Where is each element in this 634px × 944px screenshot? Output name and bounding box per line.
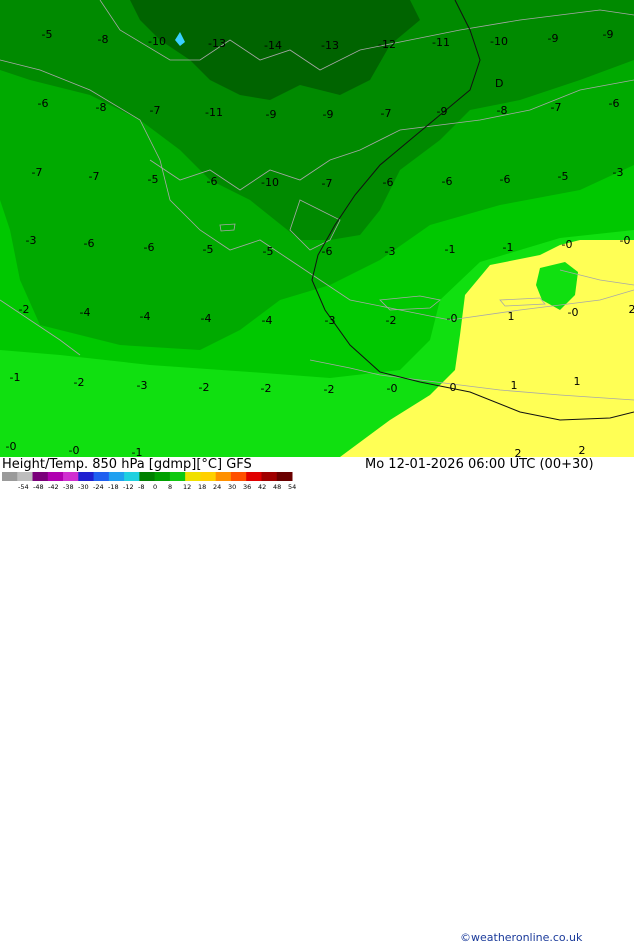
temperature-label: -7 xyxy=(551,101,562,114)
temperature-label: -2 xyxy=(19,303,30,316)
temperature-label: -2 xyxy=(261,382,272,395)
temperature-label: -6 xyxy=(322,245,333,258)
temperature-label: -9 xyxy=(437,105,448,118)
temperature-label: -14 xyxy=(264,39,282,52)
temperature-label: -0 xyxy=(387,382,398,395)
temperature-label: -13 xyxy=(321,39,339,52)
temperature-label: -2 xyxy=(324,383,335,396)
temperature-label: 2 xyxy=(515,447,522,457)
temperature-label: -4 xyxy=(80,306,91,319)
temperature-label: -2 xyxy=(74,376,85,389)
temperature-label: -7 xyxy=(322,177,333,190)
colorbar-segment xyxy=(216,472,232,481)
temperature-label: -5 xyxy=(42,28,53,41)
temperature-label: -0 xyxy=(568,306,579,319)
temperature-label: 1 xyxy=(574,375,581,388)
temperature-label: -6 xyxy=(38,97,49,110)
temperature-label: -1 xyxy=(10,371,21,384)
datetime: Mo 12-01-2026 06:00 UTC (00+30) xyxy=(365,457,594,472)
temperature-label: 0 xyxy=(450,381,457,394)
temperature-label: -7 xyxy=(89,170,100,183)
temperature-label: -6 xyxy=(500,173,511,186)
temperature-label: -6 xyxy=(207,175,218,188)
temperature-label: -5 xyxy=(203,243,214,256)
temperature-label: 1 xyxy=(511,379,518,392)
temperature-label: -4 xyxy=(201,312,212,325)
temperature-label: -10 xyxy=(261,176,279,189)
temperature-label: -9 xyxy=(603,28,614,41)
temperature-label: -6 xyxy=(144,241,155,254)
colorbar-segment xyxy=(185,472,201,481)
temperature-label: -1 xyxy=(132,446,143,457)
colorbar-segment xyxy=(2,472,18,481)
temperature-label: -2 xyxy=(199,381,210,394)
temperature-label: -10 xyxy=(148,35,166,48)
temperature-label: -7 xyxy=(32,166,43,179)
credit-link[interactable]: ©weatheronline.co.uk xyxy=(460,931,582,944)
temperature-label: -0 xyxy=(447,312,458,325)
temperature-label: -8 xyxy=(96,101,107,114)
colorbar-segment xyxy=(261,472,277,481)
temperature-label: -6 xyxy=(442,175,453,188)
temperature-label: -10 xyxy=(490,35,508,48)
temperature-label: -7 xyxy=(381,107,392,120)
temperature-label: -3 xyxy=(26,234,37,247)
colorbar-segment xyxy=(48,472,64,481)
weather-map: -5-8-10-13-14-13-12-11-10-9-9-6-8-7-11-9… xyxy=(0,0,634,457)
colorbar-segment xyxy=(155,472,171,481)
temperature-label: -6 xyxy=(84,237,95,250)
colorbar-segment xyxy=(78,472,94,481)
temperature-label: -6 xyxy=(383,176,394,189)
colorbar xyxy=(0,470,300,484)
temperature-label: -0 xyxy=(562,238,573,251)
colorbar-segment xyxy=(277,472,293,481)
temperature-label: -5 xyxy=(558,170,569,183)
temperature-label: -9 xyxy=(266,108,277,121)
temperature-label: -4 xyxy=(262,314,273,327)
temperature-label: -8 xyxy=(497,104,508,117)
temperature-label: -0 xyxy=(69,444,80,457)
colorbar-segment xyxy=(109,472,125,481)
temperature-label: -5 xyxy=(263,245,274,258)
map-canvas: -5-8-10-13-14-13-12-11-10-9-9-6-8-7-11-9… xyxy=(0,0,634,457)
temperature-label: -11 xyxy=(432,36,450,49)
temperature-label: -7 xyxy=(150,104,161,117)
temperature-label: -3 xyxy=(385,245,396,258)
temperature-label: 2 xyxy=(579,444,586,457)
temperature-label: -9 xyxy=(323,108,334,121)
temperature-label: 1 xyxy=(508,310,515,323)
temperature-label: -1 xyxy=(445,243,456,256)
temperature-label: -6 xyxy=(609,97,620,110)
colorbar-segment xyxy=(63,472,79,481)
temperature-label: -3 xyxy=(137,379,148,392)
colorbar-segment xyxy=(17,472,33,481)
temperature-label: -9 xyxy=(548,32,559,45)
temperature-label: -3 xyxy=(325,314,336,327)
colorbar-segment xyxy=(170,472,186,481)
temperature-label: -1 xyxy=(503,241,514,254)
temperature-label: -11 xyxy=(205,106,223,119)
temperature-label: -13 xyxy=(208,37,226,50)
temperature-label: 2 xyxy=(629,303,634,316)
colorbar-segment xyxy=(124,472,140,481)
temperature-label: -4 xyxy=(140,310,151,323)
colorbar-segment xyxy=(200,472,216,481)
colorbar-segment xyxy=(139,472,155,481)
colorbar-segment xyxy=(246,472,262,481)
temperature-label: -3 xyxy=(613,166,624,179)
temperature-label: -12 xyxy=(378,38,396,51)
temperature-label: -5 xyxy=(148,173,159,186)
colorbar-segment xyxy=(33,472,49,481)
colorbar-segment xyxy=(231,472,247,481)
temperature-label: -8 xyxy=(98,33,109,46)
temperature-label: -0 xyxy=(620,234,631,247)
city-marker: D xyxy=(495,77,503,90)
colorbar-segment xyxy=(94,472,110,481)
temperature-label: -2 xyxy=(386,314,397,327)
temperature-label: -0 xyxy=(6,440,17,453)
